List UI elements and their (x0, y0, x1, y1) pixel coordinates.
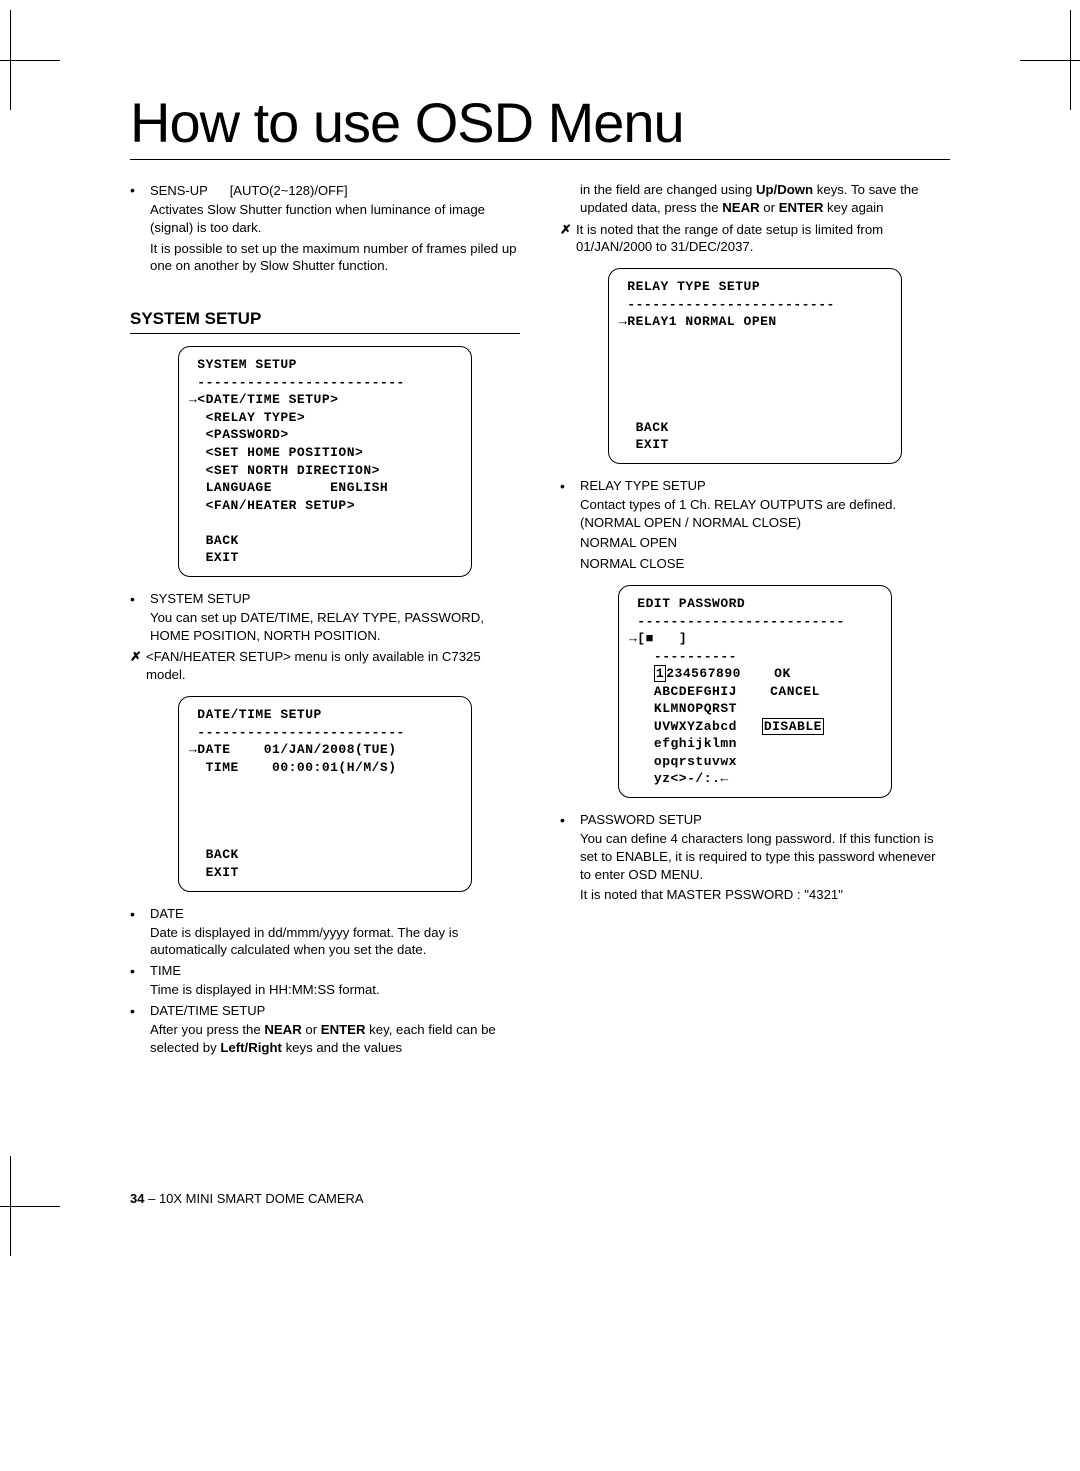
password-label: PASSWORD SETUP (580, 812, 950, 827)
bullet-icon (130, 1003, 150, 1057)
columns: SENS-UP [AUTO(2~128)/OFF] Activates Slow… (130, 178, 950, 1057)
relay-desc: Contact types of 1 Ch. RELAY OUTPUTS are… (580, 496, 950, 532)
osd4-r4a: UVWXYZabcd (629, 719, 762, 734)
osd4-input-mid: ] (654, 631, 687, 646)
bullet-icon (130, 906, 150, 960)
osd4-r1c: 234567890 (666, 666, 741, 681)
osd4-r6: opqrstuvwx (629, 754, 737, 769)
relay-type-item: RELAY TYPE SETUP Contact types of 1 Ch. … (560, 478, 950, 573)
bullet-icon (560, 812, 580, 904)
footer-sep: – (144, 1191, 158, 1206)
enter-key: ENTER (779, 200, 824, 215)
datetime-setup-desc: After you press the NEAR or ENTER key, e… (150, 1021, 520, 1057)
system-setup-label: SYSTEM SETUP (150, 591, 520, 606)
datetime-setup-continued: in the field are changed using Up/Down k… (580, 181, 950, 217)
cursor-block-icon: ■ (646, 631, 654, 646)
datetime-setup-label: DATE/TIME SETUP (150, 1003, 520, 1018)
leftright-keys: Left/Right (220, 1040, 282, 1055)
bullet-icon (560, 478, 580, 573)
system-setup-desc: You can set up DATE/TIME, RELAY TYPE, PA… (150, 609, 520, 645)
bullet-icon (130, 182, 150, 275)
osd4-r3: KLMNOPQRST (629, 701, 737, 716)
password-desc1: You can define 4 characters long passwor… (580, 830, 950, 883)
crop-mark (0, 25, 60, 125)
fan-heater-note: ✗ <FAN/HEATER SETUP> menu is only availa… (130, 648, 520, 684)
date-label: DATE (150, 906, 520, 921)
date-item: DATE Date is displayed in dd/mmm/yyyy fo… (130, 906, 520, 960)
osd-relay-type-setup: RELAY TYPE SETUP -----------------------… (608, 268, 902, 463)
page-title: How to use OSD Menu (130, 90, 950, 160)
sensup-option: [AUTO(2~128)/OFF] (230, 183, 348, 198)
updown-keys: Up/Down (756, 182, 813, 197)
osd4-input-prefix: →[ (629, 631, 646, 646)
dt-a: After you press the (150, 1022, 264, 1037)
osd-edit-password: EDIT PASSWORD ------------------------- … (618, 585, 892, 798)
footer-text: 10X MINI SMART DOME CAMERA (159, 1191, 364, 1206)
left-column: SENS-UP [AUTO(2~128)/OFF] Activates Slow… (130, 178, 520, 1057)
bullet-icon (130, 591, 150, 645)
near-key: NEAR (722, 200, 759, 215)
osd4-title: EDIT PASSWORD (629, 596, 745, 611)
time-label: TIME (150, 963, 520, 978)
disable-highlight: DISABLE (762, 718, 824, 735)
time-desc: Time is displayed in HH:MM:SS format. (150, 981, 520, 999)
datetime-setup-item: DATE/TIME SETUP After you press the NEAR… (130, 1003, 520, 1057)
date-range-note-text: It is noted that the range of date setup… (576, 221, 950, 257)
cont-d: key again (823, 200, 883, 215)
system-setup-item: SYSTEM SETUP You can set up DATE/TIME, R… (130, 591, 520, 645)
osd4-ok: OK (741, 666, 791, 681)
note-icon: ✗ (560, 222, 576, 236)
page: How to use OSD Menu SENS-UP [AUTO(2~128)… (0, 0, 1080, 1471)
near-key: NEAR (264, 1022, 301, 1037)
osd4-r7: yz<>-/:.← (629, 771, 729, 786)
sensup-item: SENS-UP [AUTO(2~128)/OFF] Activates Slow… (130, 182, 520, 275)
system-setup-heading: SYSTEM SETUP (130, 309, 520, 334)
crop-mark (0, 1171, 60, 1271)
osd4-r5: efghijklmn (629, 736, 737, 751)
password-setup-item: PASSWORD SETUP You can define 4 characte… (560, 812, 950, 904)
osd4-r1a (629, 666, 654, 681)
enter-key: ENTER (321, 1022, 366, 1037)
fan-heater-note-text: <FAN/HEATER SETUP> menu is only availabl… (146, 648, 520, 684)
dt-b: or (302, 1022, 321, 1037)
cont-a: in the field are changed using (580, 182, 756, 197)
sensup-desc2: It is possible to set up the maximum num… (150, 240, 520, 276)
cont-c: or (760, 200, 779, 215)
osd-system-setup-menu: SYSTEM SETUP ------------------------- →… (178, 346, 472, 577)
selected-char: 1 (654, 665, 666, 682)
osd4-div: ------------------------- (629, 614, 845, 629)
time-item: TIME Time is displayed in HH:MM:SS forma… (130, 963, 520, 999)
osd4-r2: ABCDEFGHIJ CANCEL (629, 684, 820, 699)
relay-opt2: NORMAL CLOSE (580, 555, 950, 573)
date-range-note: ✗ It is noted that the range of date set… (560, 221, 950, 257)
dt-d: keys and the values (282, 1040, 402, 1055)
right-column: in the field are changed using Up/Down k… (560, 178, 950, 1057)
sensup-desc1: Activates Slow Shutter function when lum… (150, 201, 520, 237)
relay-label: RELAY TYPE SETUP (580, 478, 950, 493)
page-number: 34 (130, 1191, 144, 1206)
crop-mark (1020, 25, 1080, 125)
relay-opt1: NORMAL OPEN (580, 534, 950, 552)
page-footer: 34 – 10X MINI SMART DOME CAMERA (130, 1191, 364, 1206)
note-icon: ✗ (130, 650, 146, 664)
date-desc: Date is displayed in dd/mmm/yyyy format.… (150, 924, 520, 960)
sensup-label: SENS-UP (150, 183, 208, 198)
osd-date-time-setup: DATE/TIME SETUP ------------------------… (178, 696, 472, 891)
osd4-div2: ---------- (629, 649, 737, 664)
bullet-icon (130, 963, 150, 999)
password-desc2: It is noted that MASTER PSSWORD : "4321" (580, 886, 950, 904)
